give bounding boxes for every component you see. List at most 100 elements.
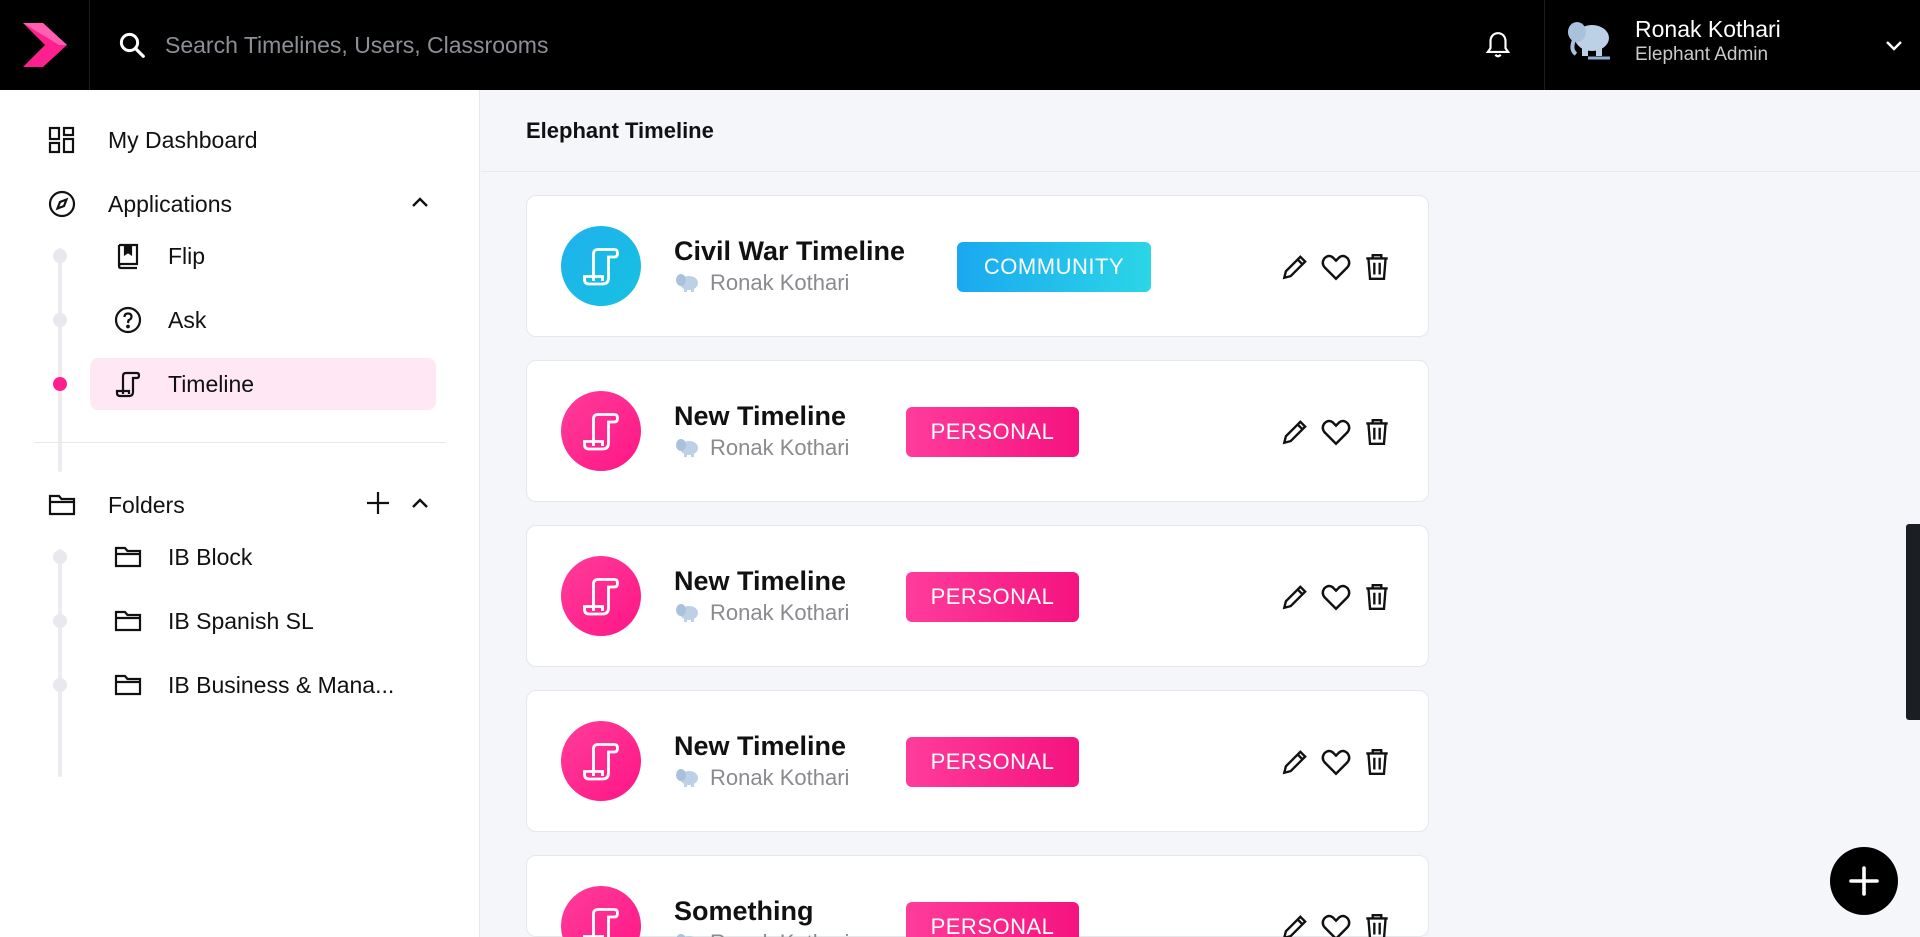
apps-rail [58,248,62,472]
owner-avatar-icon [674,272,700,294]
compass-icon [46,188,78,220]
timeline-title[interactable]: Something [674,896,814,927]
folder-icon [112,605,144,637]
sidebar-divider [34,442,446,443]
timeline-card[interactable]: Civil War Timeline Ronak Kothari COMMUNITY [526,195,1429,337]
timeline-title[interactable]: New Timeline [674,566,846,597]
top-bar: Ronak Kothari Elephant Admin [0,0,1920,90]
page-title: Elephant Timeline [526,118,714,143]
sidebar-item-label: IB Spanish SL [168,607,314,634]
main-header: Elephant Timeline [481,90,1920,172]
owner-avatar-icon [674,932,700,937]
favorite-heart-icon[interactable] [1320,911,1352,937]
scroll-icon [561,721,641,801]
question-circle-icon [112,304,144,336]
rail-dot [53,614,67,628]
folder-icon [46,489,78,521]
timeline-owner: Ronak Kothari [674,270,849,296]
dashboard-icon [46,124,78,156]
delete-trash-icon[interactable] [1361,911,1393,937]
rail-dot [53,678,67,692]
sidebar-item-applications[interactable]: Applications [46,188,232,220]
scroll-icon [561,886,641,937]
search-bar[interactable] [115,22,1415,68]
user-menu[interactable]: Ronak Kothari Elephant Admin [1563,14,1781,66]
search-input[interactable] [165,31,1065,59]
sidebar-item-label: IB Business & Mana... [168,671,395,698]
favorite-heart-icon[interactable] [1320,251,1352,283]
sidebar-item-dashboard[interactable]: My Dashboard [46,124,258,156]
rail-dot-active [53,377,67,391]
scroll-icon [561,556,641,636]
edit-pencil-icon[interactable] [1279,911,1311,937]
chevron-up-icon[interactable] [406,188,434,216]
sidebar-item-label: Ask [168,306,207,333]
app-logo[interactable] [0,0,90,90]
sidebar: My Dashboard Applications Flip Ask Timel… [0,90,480,937]
notifications-bell-icon[interactable] [1478,28,1518,62]
visibility-badge: PERSONAL [906,902,1079,937]
sidebar-item-timeline[interactable]: Timeline [90,358,436,410]
timeline-owner: Ronak Kothari [674,600,849,626]
avatar [1563,14,1615,66]
chevron-down-icon[interactable] [1880,32,1908,60]
delete-trash-icon[interactable] [1361,251,1393,283]
sidebar-item-ask[interactable]: Ask [90,294,436,346]
folder-icon [112,669,144,701]
delete-trash-icon[interactable] [1361,581,1393,613]
favorite-heart-icon[interactable] [1320,416,1352,448]
user-role: Elephant Admin [1635,44,1769,65]
edit-pencil-icon[interactable] [1279,746,1311,778]
timeline-card[interactable]: Something Ronak Kothari PERSONAL [526,855,1429,937]
owner-name: Ronak Kothari [710,765,850,790]
sidebar-item-folders[interactable]: Folders [46,489,185,521]
folders-rail [58,549,62,777]
sidebar-item-label: My Dashboard [108,126,258,153]
favorite-heart-icon[interactable] [1320,746,1352,778]
user-divider [1544,0,1545,90]
sidebar-item-label: Folders [108,491,185,518]
sidebar-item-label: IB Block [168,543,253,570]
timeline-owner: Ronak Kothari [674,765,849,791]
edit-pencil-icon[interactable] [1279,251,1311,283]
chevron-up-icon[interactable] [406,489,434,517]
sidebar-folder-ib-block[interactable]: IB Block [90,531,436,583]
timeline-card[interactable]: New Timeline Ronak Kothari PERSONAL [526,690,1429,832]
logo-chevron-icon [22,23,67,67]
sidebar-item-label: Timeline [168,370,255,397]
visibility-badge: PERSONAL [906,407,1079,457]
owner-name: Ronak Kothari [710,930,849,937]
timeline-card[interactable]: New Timeline Ronak Kothari PERSONAL [526,360,1429,502]
scroll-icon [561,391,641,471]
add-timeline-button[interactable] [1830,847,1898,915]
favorite-heart-icon[interactable] [1320,581,1352,613]
owner-name: Ronak Kothari [710,600,850,625]
owner-name: Ronak Kothari [710,270,850,295]
owner-name: Ronak Kothari [710,435,850,460]
visibility-badge: PERSONAL [906,572,1079,622]
search-icon[interactable] [115,28,149,62]
owner-avatar-icon [674,767,700,789]
edit-pencil-icon[interactable] [1279,581,1311,613]
owner-avatar-icon [674,602,700,624]
add-folder-plus-icon[interactable] [364,489,392,517]
sidebar-folder-ib-spanish-sl[interactable]: IB Spanish SL [90,595,436,647]
sidebar-folder-ib-business[interactable]: IB Business & Mana... [90,659,436,711]
scroll-icon [561,226,641,306]
rail-dot [53,550,67,564]
timeline-card[interactable]: New Timeline Ronak Kothari PERSONAL [526,525,1429,667]
sidebar-item-label: Flip [168,242,206,269]
owner-avatar-icon [674,437,700,459]
folder-icon [112,541,144,573]
scrollbar-thumb[interactable] [1906,524,1920,720]
sidebar-item-flip[interactable]: Flip [90,230,436,282]
delete-trash-icon[interactable] [1361,746,1393,778]
timeline-title[interactable]: New Timeline [674,401,846,432]
timeline-title[interactable]: Civil War Timeline [674,236,905,267]
sidebar-item-label: Applications [108,190,233,217]
timeline-owner: Ronak Kothari [674,930,849,937]
edit-pencil-icon[interactable] [1279,416,1311,448]
timeline-title[interactable]: New Timeline [674,731,846,762]
delete-trash-icon[interactable] [1361,416,1393,448]
scroll-icon [112,368,144,400]
